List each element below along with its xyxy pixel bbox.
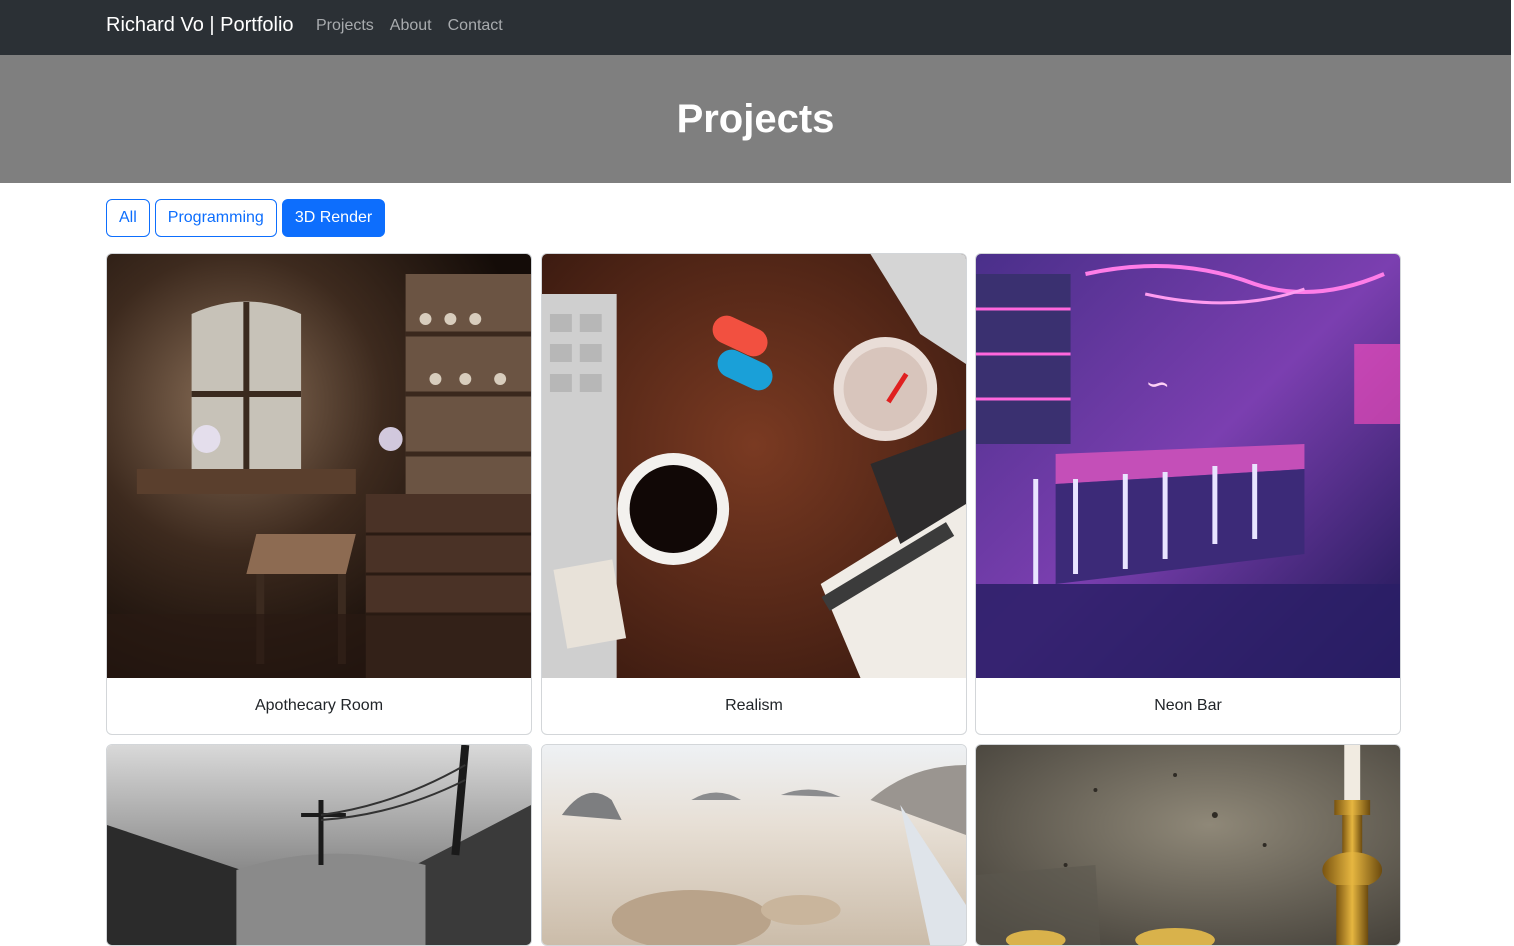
- nav-links: Projects About Contact: [316, 17, 503, 35]
- project-image-desert[interactable]: [542, 745, 966, 945]
- project-image-neon-bar[interactable]: ∽: [976, 254, 1400, 678]
- project-card-candle[interactable]: [975, 744, 1401, 946]
- filter-button-group: All Programming 3D Render: [106, 199, 386, 237]
- filter-all-button[interactable]: All: [106, 199, 150, 237]
- project-image-realism[interactable]: [542, 254, 966, 678]
- project-card-trench[interactable]: [106, 744, 532, 946]
- top-navbar: Richard Vo | Portfolio Projects About Co…: [0, 0, 1511, 55]
- page-title: Projects: [676, 96, 835, 141]
- project-title-realism: Realism: [725, 697, 783, 714]
- filter-programming-button[interactable]: Programming: [154, 199, 277, 237]
- project-image-apothecary-room[interactable]: [107, 254, 531, 678]
- project-card-realism[interactable]: Realism: [541, 253, 967, 735]
- nav-link-about[interactable]: About: [390, 17, 432, 35]
- nav-link-contact[interactable]: Contact: [448, 17, 503, 35]
- project-title-apothecary-room: Apothecary Room: [254, 697, 384, 714]
- page-header: Projects: [0, 55, 1511, 183]
- project-card-desert[interactable]: [541, 744, 967, 946]
- project-image-candle[interactable]: [976, 745, 1400, 945]
- project-image-trench[interactable]: [107, 745, 531, 945]
- nav-link-projects[interactable]: Projects: [316, 17, 374, 35]
- brand-link[interactable]: Richard Vo | Portfolio: [106, 14, 294, 37]
- project-title-neon-bar: Neon Bar: [1154, 697, 1222, 714]
- project-card-apothecary-room[interactable]: Apothecary Room: [106, 253, 532, 735]
- svg-text:∽: ∽: [1145, 367, 1170, 402]
- filter-3d-render-button[interactable]: 3D Render: [281, 199, 386, 237]
- project-card-neon-bar[interactable]: ∽ Neon Bar: [975, 253, 1401, 735]
